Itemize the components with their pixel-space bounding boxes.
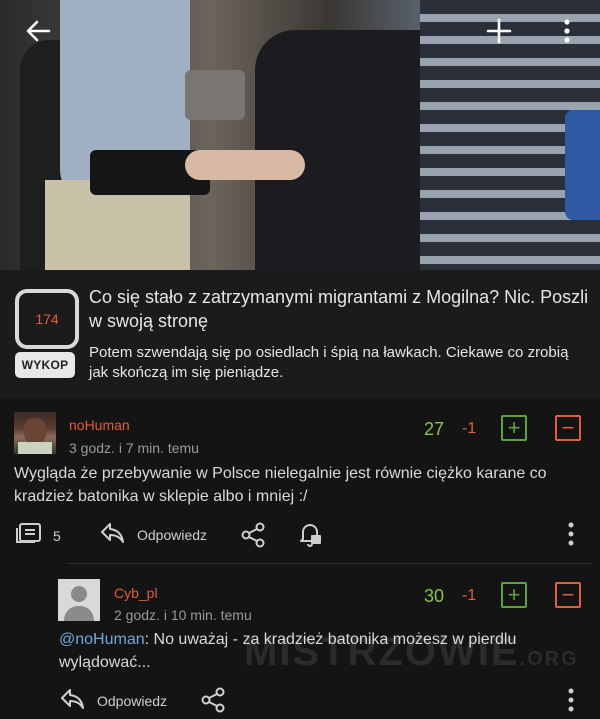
reply-label: Odpowiedz bbox=[137, 526, 208, 543]
reply-button[interactable]: Odpowiedz bbox=[100, 522, 207, 547]
avatar[interactable] bbox=[58, 579, 100, 621]
post-title[interactable]: Co się stało z zatrzymanymi migrantami z… bbox=[89, 285, 589, 333]
comment-author[interactable]: Cyb_pl bbox=[114, 585, 158, 601]
comments-toggle[interactable]: 5 bbox=[16, 522, 61, 549]
top-bar bbox=[0, 0, 600, 62]
watermark: MISTRZOWIE.ORG bbox=[244, 630, 579, 675]
post-score-value: 174 bbox=[35, 311, 59, 327]
watermark-main: MISTRZOWIE bbox=[244, 630, 520, 674]
bell-icon bbox=[299, 521, 323, 550]
comments-icon bbox=[16, 522, 42, 549]
reply-icon bbox=[100, 522, 124, 547]
comment-time: 3 godz. i 7 min. temu bbox=[69, 440, 199, 456]
comment-body: Wygląda że przebywanie w Polsce nielegal… bbox=[14, 465, 547, 505]
reply-button[interactable]: Odpowiedz bbox=[60, 688, 167, 713]
more-vertical-icon[interactable] bbox=[567, 688, 575, 712]
downvote-button[interactable]: − bbox=[555, 582, 581, 608]
reply-icon bbox=[60, 688, 84, 713]
more-vertical-icon[interactable] bbox=[567, 522, 575, 546]
upvote-button[interactable]: + bbox=[501, 415, 527, 441]
comment-time: 2 godz. i 10 min. temu bbox=[114, 607, 252, 623]
post-score[interactable]: 174 bbox=[15, 289, 79, 349]
post-card: 174 WYKOP Co się stało z zatrzymanymi mi… bbox=[0, 270, 600, 398]
upvote-count: 27 bbox=[424, 419, 445, 439]
plus-icon[interactable] bbox=[482, 14, 516, 48]
downvote-button[interactable]: − bbox=[555, 415, 581, 441]
downvote-count: -1 bbox=[462, 420, 477, 437]
downvote-count: -1 bbox=[462, 587, 477, 604]
source-badge[interactable]: WYKOP bbox=[15, 352, 75, 378]
reply-count: 5 bbox=[53, 527, 61, 544]
avatar[interactable] bbox=[14, 412, 56, 454]
user-mention-link[interactable]: @noHuman bbox=[59, 631, 145, 648]
comment: noHuman 3 godz. i 7 min. temu 27 -1 + − … bbox=[0, 398, 600, 563]
upvote-button[interactable]: + bbox=[501, 582, 527, 608]
notify-button[interactable] bbox=[299, 521, 323, 550]
share-icon bbox=[201, 687, 225, 716]
share-button[interactable] bbox=[201, 687, 225, 716]
upvote-count: 30 bbox=[424, 586, 445, 606]
back-arrow-icon[interactable] bbox=[21, 14, 55, 48]
comment-author[interactable]: noHuman bbox=[69, 417, 130, 433]
share-button[interactable] bbox=[241, 522, 265, 551]
reply-label: Odpowiedz bbox=[97, 692, 168, 709]
post-description: Potem szwendają się po osiedlach i śpią … bbox=[89, 344, 569, 381]
share-icon bbox=[241, 522, 265, 551]
watermark-suffix: .ORG bbox=[519, 648, 579, 670]
more-vertical-icon[interactable] bbox=[550, 14, 584, 48]
